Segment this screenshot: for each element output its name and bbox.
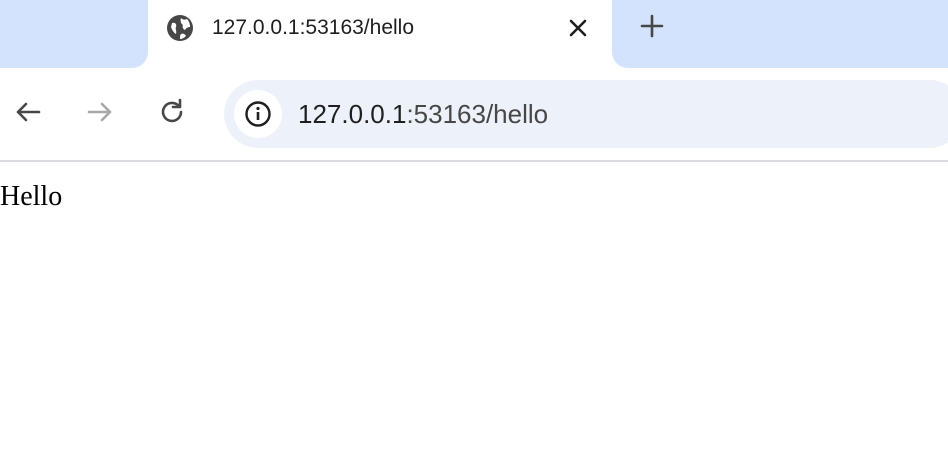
tab-title: 127.0.0.1:53163/hello bbox=[212, 16, 415, 39]
url-path: :53163/hello bbox=[406, 99, 549, 129]
url-text[interactable]: 127.0.0.1:53163/hello bbox=[298, 98, 548, 130]
active-tab[interactable]: 127.0.0.1:53163/hello bbox=[148, 0, 612, 68]
globe-icon bbox=[166, 14, 194, 42]
page-content: Hello bbox=[0, 162, 948, 452]
close-icon[interactable] bbox=[566, 16, 590, 40]
info-icon bbox=[245, 101, 271, 127]
url-host: 127.0.0.1 bbox=[298, 99, 407, 129]
tab-strip: 127.0.0.1:53163/hello bbox=[0, 0, 948, 68]
site-info-button[interactable] bbox=[234, 90, 282, 138]
address-bar[interactable]: 127.0.0.1:53163/hello bbox=[224, 80, 948, 148]
arrow-right-icon[interactable] bbox=[84, 96, 116, 128]
reload-icon[interactable] bbox=[156, 96, 188, 128]
toolbar: 127.0.0.1:53163/hello bbox=[0, 68, 948, 160]
page-text: Hello bbox=[0, 181, 63, 212]
plus-icon[interactable] bbox=[638, 12, 666, 40]
arrow-left-icon[interactable] bbox=[12, 96, 44, 128]
